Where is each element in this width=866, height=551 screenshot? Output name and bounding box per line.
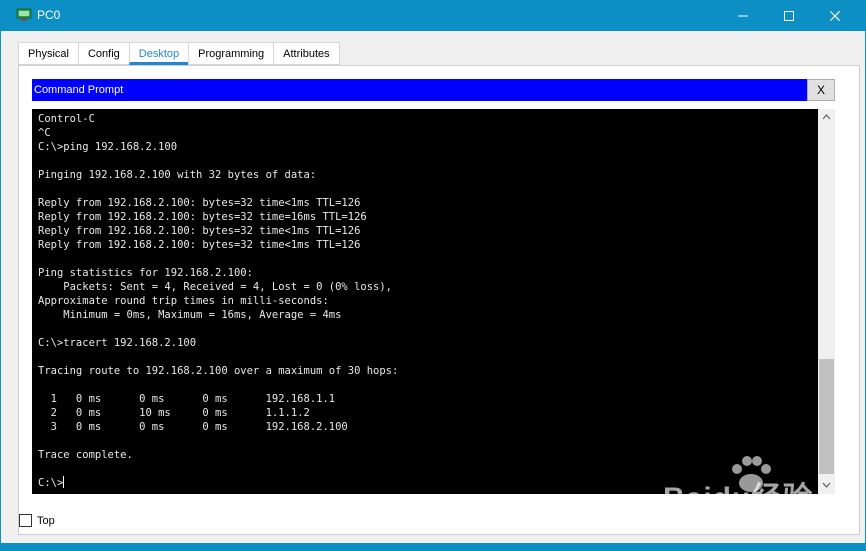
maximize-icon — [784, 10, 794, 21]
command-prompt-header: Command Prompt — [32, 79, 808, 101]
tab-programming[interactable]: Programming — [188, 42, 274, 65]
terminal-text: Control-C ^C C:\>ping 192.168.2.100 Ping… — [32, 109, 818, 490]
tab-config[interactable]: Config — [77, 42, 129, 65]
minimize-icon — [738, 15, 748, 16]
window-client: Physical Config Desktop Programming Attr… — [1, 31, 865, 543]
close-button[interactable] — [812, 0, 858, 31]
close-icon — [830, 10, 840, 21]
desktop-panel: Command Prompt X Control-C ^C C:\>ping 1… — [18, 65, 860, 535]
tab-attributes[interactable]: Attributes — [273, 42, 340, 65]
tab-bar: Physical Config Desktop Programming Attr… — [18, 42, 340, 66]
scrollbar-thumb[interactable] — [819, 359, 834, 474]
top-checkbox[interactable] — [19, 514, 32, 527]
title-bar[interactable]: PC0 — [0, 0, 866, 31]
terminal-output[interactable]: Control-C ^C C:\>ping 192.168.2.100 Ping… — [32, 109, 818, 494]
terminal-history: Control-C ^C C:\>ping 192.168.2.100 Ping… — [38, 113, 399, 461]
window-title: PC0 — [37, 8, 61, 22]
terminal-scrollbar[interactable] — [818, 109, 835, 494]
command-prompt-close-button[interactable]: X — [807, 79, 835, 101]
pc-icon — [16, 8, 32, 21]
scroll-down-arrow-icon[interactable] — [818, 477, 835, 494]
tab-desktop[interactable]: Desktop — [128, 42, 189, 65]
tab-physical[interactable]: Physical — [18, 42, 78, 65]
maximize-button[interactable] — [766, 0, 812, 31]
text-cursor — [63, 476, 65, 488]
app-window: PC0 Physical Config Desktop Programming … — [0, 0, 866, 551]
minimize-button[interactable] — [720, 0, 766, 31]
top-checkbox-label: Top — [37, 515, 55, 527]
scroll-up-arrow-icon[interactable] — [818, 109, 835, 126]
terminal-prompt: C:\> — [38, 477, 64, 489]
